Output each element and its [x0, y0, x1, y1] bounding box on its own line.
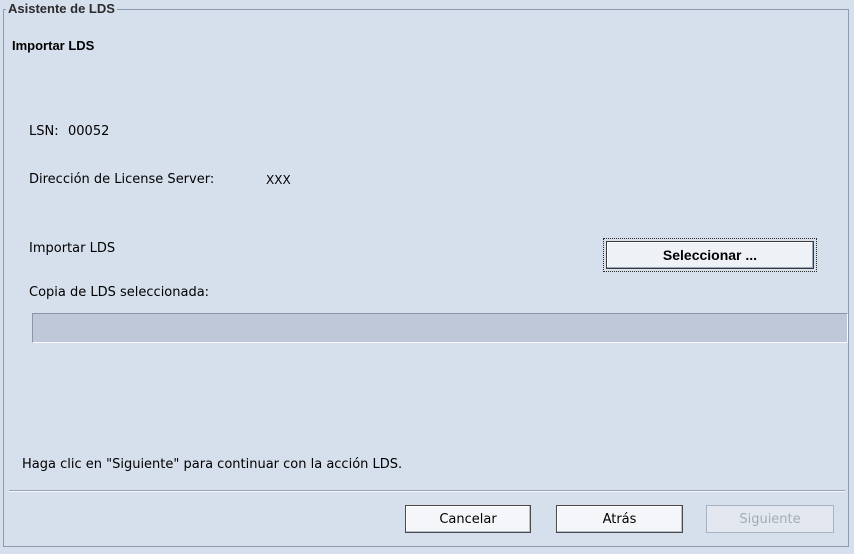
lsn-value: 00052 [68, 124, 110, 139]
footer-separator [9, 490, 845, 492]
import-lds-label: Importar LDS [29, 241, 116, 256]
select-lds-button-label: Seleccionar ... [606, 241, 814, 269]
back-button[interactable]: Atrás [556, 505, 683, 533]
selected-copy-field [32, 313, 848, 343]
selected-copy-label: Copia de LDS seleccionada: [29, 285, 210, 300]
server-address-value: XXX [266, 173, 291, 187]
step-title: Importar LDS [12, 38, 95, 53]
select-lds-button[interactable]: Seleccionar ... [603, 238, 817, 272]
lsn-label: LSN: [29, 124, 59, 139]
next-button[interactable]: Siguiente [706, 505, 834, 533]
wizard-group-title: Asistente de LDS [6, 1, 117, 17]
server-address-label: Dirección de License Server: [29, 172, 215, 187]
cancel-button[interactable]: Cancelar [405, 505, 531, 533]
instructions-text: Haga clic en "Siguiente" para continuar … [22, 457, 403, 472]
